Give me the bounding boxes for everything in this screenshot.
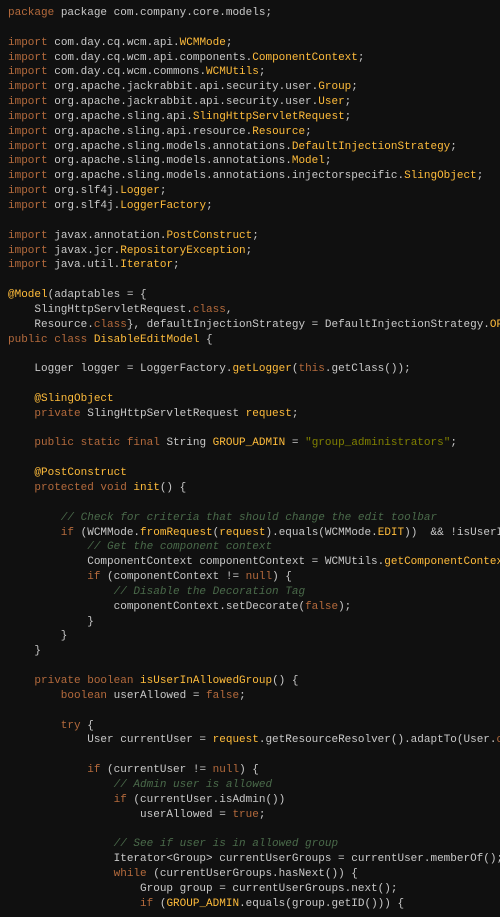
code-line: package package com.company.core.models; [8, 6, 492, 21]
code-block: package package com.company.core.models;… [8, 6, 492, 911]
